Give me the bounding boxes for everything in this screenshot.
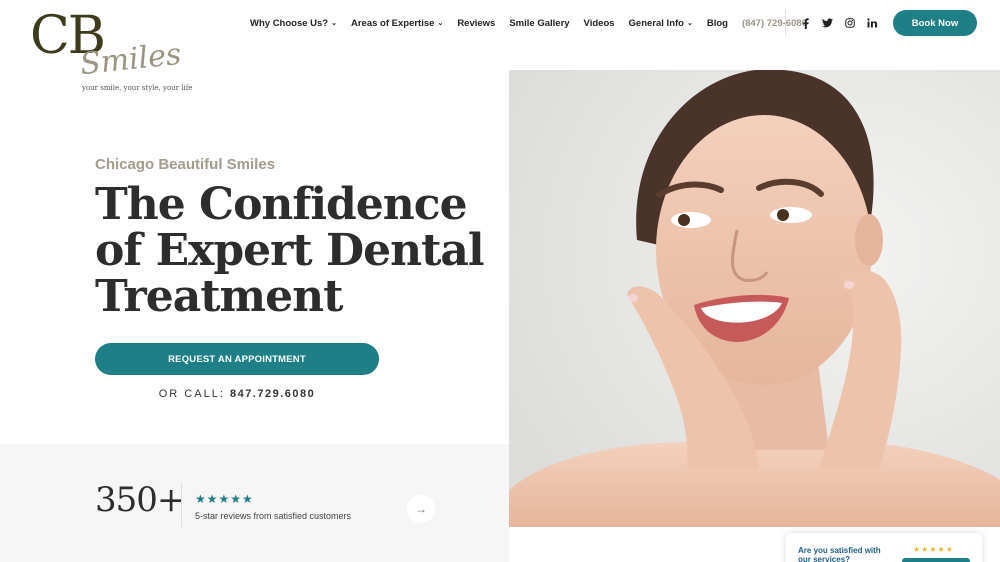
call-number-link[interactable]: 847.729.6080 xyxy=(230,388,315,400)
nav-divider xyxy=(785,10,786,36)
nav-item-label: Why Choose Us? xyxy=(250,17,329,29)
nav-item-smile-gallery[interactable]: Smile Gallery xyxy=(509,18,569,29)
linkedin-icon[interactable] xyxy=(866,17,878,29)
widget-question: Are you satisfied with our services? xyxy=(798,546,881,562)
nav-item-blog[interactable]: Blog xyxy=(707,18,728,29)
main-nav: Why Choose Us? ⌄ Areas of Expertise ⌄ Revi… xyxy=(250,16,807,30)
twitter-icon[interactable] xyxy=(821,17,833,29)
nav-item-label: Blog xyxy=(706,17,728,29)
headline-line: of Expert Dental xyxy=(95,225,485,276)
request-appointment-button[interactable]: REQUEST AN APPOINTMENT xyxy=(95,343,379,375)
nav-item-videos[interactable]: Videos xyxy=(584,18,615,29)
nav-item-label: General Info xyxy=(628,17,684,29)
headline-line: Treatment xyxy=(95,271,343,322)
nav-item-label: Reviews xyxy=(457,17,496,29)
nav-item-why-choose-us[interactable]: Why Choose Us? ⌄ xyxy=(250,18,337,29)
chevron-down-icon: ⌄ xyxy=(686,20,693,27)
hero-photo xyxy=(509,70,1000,527)
nav-item-reviews[interactable]: Reviews xyxy=(457,18,495,29)
review-caption: 5-star reviews from satisfied customers xyxy=(195,511,352,521)
instagram-icon[interactable] xyxy=(844,17,856,29)
nav-item-label: Smile Gallery xyxy=(509,17,570,29)
nav-item-label: Areas of Expertise xyxy=(351,17,435,29)
book-now-button[interactable]: Book Now xyxy=(893,10,977,36)
call-prefix: OR CALL: xyxy=(158,388,225,400)
chevron-down-icon: ⌄ xyxy=(437,20,444,27)
logo-tagline: your smile, your style, your life xyxy=(82,84,193,92)
review-count: 350+ xyxy=(95,480,185,520)
nav-item-areas-of-expertise[interactable]: Areas of Expertise ⌄ xyxy=(351,18,443,29)
hero-headline: The Confidence of Expert Dental Treatmen… xyxy=(95,182,495,320)
widget-submit-bar[interactable] xyxy=(902,558,970,562)
five-star-rating: ★★★★★ xyxy=(195,492,254,506)
logo[interactable]: CB Smiles your smile, your style, your l… xyxy=(30,8,193,98)
facebook-icon[interactable] xyxy=(800,17,812,29)
nav-item-general-info[interactable]: General Info ⌄ xyxy=(629,18,693,29)
nav-phone-link[interactable]: (847) 729-6080 xyxy=(742,18,807,29)
satisfaction-widget[interactable]: Are you satisfied with our services? ★★★… xyxy=(786,533,982,562)
chevron-down-icon: ⌄ xyxy=(331,20,337,27)
stat-divider xyxy=(181,483,182,527)
call-line: OR CALL: 847.729.6080 xyxy=(95,388,379,400)
arrow-right-icon[interactable]: → xyxy=(407,495,435,523)
widget-star-rating[interactable]: ★★★★★ xyxy=(913,545,954,554)
hero-eyebrow: Chicago Beautiful Smiles xyxy=(95,156,276,173)
headline-line: The Confidence xyxy=(95,179,468,230)
nav-item-label: Videos xyxy=(583,17,615,29)
